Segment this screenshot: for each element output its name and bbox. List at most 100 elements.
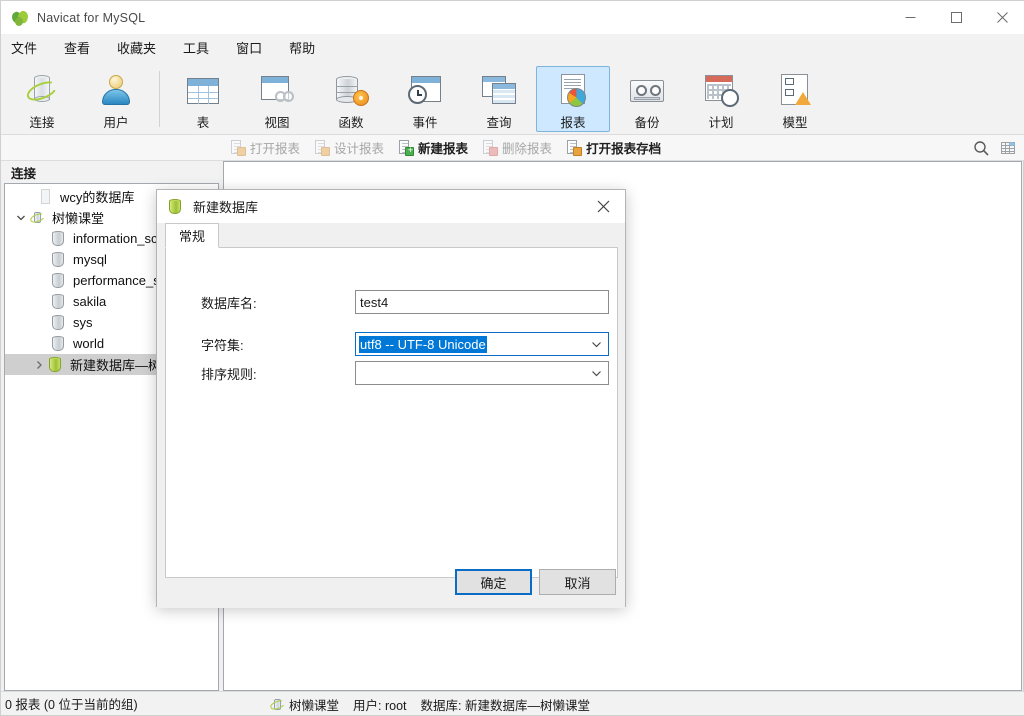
- table-icon: [183, 71, 223, 109]
- new-report-button[interactable]: 新建报表: [395, 137, 471, 159]
- tree-item-label: sakila: [73, 294, 107, 309]
- open-report-label: 打开报表: [250, 142, 301, 156]
- delete-report-icon: [482, 140, 499, 156]
- toolbar-label-report: 报表: [560, 116, 586, 130]
- status-connection-info: 树懒课堂 用户: root 数据库: 新建数据库—树懒课堂: [269, 692, 604, 716]
- query-icon: [479, 71, 519, 109]
- charset-select[interactable]: utf8 -- UTF-8 Unicode: [355, 332, 609, 356]
- toolbar-separator: [159, 71, 160, 127]
- toolbar-label-table: 表: [196, 116, 210, 130]
- delete-report-label: 删除报表: [502, 142, 553, 156]
- connection-icon: [269, 696, 286, 712]
- tab-general[interactable]: 常规: [165, 223, 220, 248]
- open-report-archive-icon: [566, 140, 583, 156]
- toolbar-label-user: 用户: [103, 116, 129, 130]
- status-bar: 0 报表 (0 位于当前的组) 树懒课堂 用户: root 数据库: 新建数据库…: [1, 691, 1024, 715]
- toolbar-item-model[interactable]: 模型: [758, 66, 832, 132]
- toolbar-item-table[interactable]: 表: [166, 66, 240, 132]
- toolbar-label-backup: 备份: [634, 116, 660, 130]
- new-database-dialog: 新建数据库 常规 数据库名: test4 字符集: utf8 -- UTF-8 …: [156, 189, 626, 608]
- toolbar-item-backup[interactable]: 备份: [610, 66, 684, 132]
- menu-bar: 文件 查看 收藏夹 工具 窗口 帮助: [1, 34, 1024, 63]
- database-gray-icon: [50, 251, 67, 268]
- toolbar-item-view[interactable]: 视图: [240, 66, 314, 132]
- event-icon: [405, 71, 445, 109]
- grid-view-icon[interactable]: [1000, 140, 1017, 157]
- close-icon[interactable]: [581, 190, 625, 223]
- open-report-archive-button[interactable]: 打开报表存档: [563, 137, 664, 159]
- collation-value: [359, 372, 361, 374]
- open-report-archive-label: 打开报表存档: [586, 142, 662, 156]
- report-sub-toolbar: 打开报表 设计报表 新建报表 删除报表 打开报表存档: [1, 135, 1024, 161]
- function-icon: [331, 71, 371, 109]
- blank-connection-icon: [37, 188, 54, 205]
- delete-report-button[interactable]: 删除报表: [479, 137, 555, 159]
- dialog-title-bar: 新建数据库: [157, 190, 625, 223]
- ok-button[interactable]: 确定: [455, 569, 532, 595]
- toolbar-label-function: 函数: [338, 116, 364, 130]
- design-report-button[interactable]: 设计报表: [311, 137, 387, 159]
- dialog-body: 常规 数据库名: test4 字符集: utf8 -- UTF-8 Unicod…: [157, 223, 625, 608]
- open-report-button[interactable]: 打开报表: [227, 137, 303, 159]
- minimize-icon[interactable]: [887, 1, 933, 34]
- menu-item-file[interactable]: 文件: [11, 37, 37, 61]
- toolbar-label-query: 查询: [486, 116, 512, 130]
- toolbar-item-event[interactable]: 事件: [388, 66, 462, 132]
- collation-select[interactable]: [355, 361, 609, 385]
- database-green-icon: [168, 198, 185, 215]
- maximize-icon[interactable]: [933, 1, 979, 34]
- toolbar-item-query[interactable]: 查询: [462, 66, 536, 132]
- close-icon[interactable]: [979, 1, 1024, 34]
- db-name-label: 数据库名:: [201, 296, 257, 311]
- charset-value: utf8 -- UTF-8 Unicode: [359, 335, 487, 353]
- toolbar-item-connection[interactable]: 连接: [5, 66, 79, 132]
- user-icon: [96, 71, 136, 109]
- toolbar-item-schedule[interactable]: 计划: [684, 66, 758, 132]
- new-report-label: 新建报表: [418, 142, 469, 156]
- chevron-down-icon[interactable]: [13, 207, 29, 228]
- tree-item-label: 树懒课堂: [52, 211, 105, 226]
- menu-item-favorites[interactable]: 收藏夹: [117, 37, 156, 61]
- dialog-footer: 确定 取消: [157, 560, 625, 608]
- tree-item-label: sys: [73, 315, 93, 330]
- chevron-down-icon[interactable]: [591, 333, 602, 355]
- database-gray-icon: [50, 293, 67, 310]
- toolbar-label-event: 事件: [412, 116, 438, 130]
- new-report-icon: [398, 140, 415, 156]
- window-title: Navicat for MySQL: [37, 10, 146, 25]
- open-report-icon: [230, 140, 246, 156]
- backup-icon: [627, 71, 667, 109]
- connections-panel-header: 连接: [1, 161, 219, 183]
- connections-panel-title: 连接: [11, 166, 37, 181]
- charset-row: 字符集: utf8 -- UTF-8 Unicode: [166, 332, 617, 356]
- status-database: 数据库: 新建数据库—树懒课堂: [420, 698, 590, 713]
- toolbar-item-user[interactable]: 用户: [79, 66, 153, 132]
- db-name-row: 数据库名: test4: [166, 290, 617, 314]
- toolbar-label-schedule: 计划: [708, 116, 734, 130]
- navicat-window: Navicat for MySQL 文件 查看 收藏夹 工具 窗口 帮助 连接: [0, 0, 1024, 716]
- tree-item-label: mysql: [73, 252, 107, 267]
- status-report-count: 0 报表 (0 位于当前的组): [5, 698, 138, 712]
- toolbar-item-report[interactable]: 报表: [536, 66, 610, 132]
- title-bar: Navicat for MySQL: [1, 1, 1024, 34]
- connection-icon: [22, 71, 62, 109]
- menu-item-window[interactable]: 窗口: [236, 37, 262, 61]
- sub-toolbar-right-icons: [973, 135, 1017, 161]
- menu-item-tools[interactable]: 工具: [183, 37, 209, 61]
- status-connection-name: 树懒课堂: [289, 698, 340, 713]
- menu-item-view[interactable]: 查看: [64, 37, 90, 61]
- schedule-icon: [701, 71, 741, 109]
- toolbar-label-model: 模型: [782, 116, 808, 130]
- chevron-right-icon[interactable]: [31, 354, 47, 375]
- collation-label: 排序规则:: [201, 367, 257, 382]
- toolbar-item-function[interactable]: 函数: [314, 66, 388, 132]
- db-name-input[interactable]: test4: [355, 290, 609, 314]
- menu-item-help[interactable]: 帮助: [289, 37, 315, 61]
- window-controls: [887, 1, 1024, 34]
- connection-icon: [29, 209, 46, 226]
- search-icon[interactable]: [973, 140, 990, 157]
- chevron-down-icon[interactable]: [591, 362, 602, 384]
- navicat-leaf-icon: [10, 9, 30, 27]
- cancel-button[interactable]: 取消: [539, 569, 616, 595]
- collation-row: 排序规则:: [166, 361, 617, 385]
